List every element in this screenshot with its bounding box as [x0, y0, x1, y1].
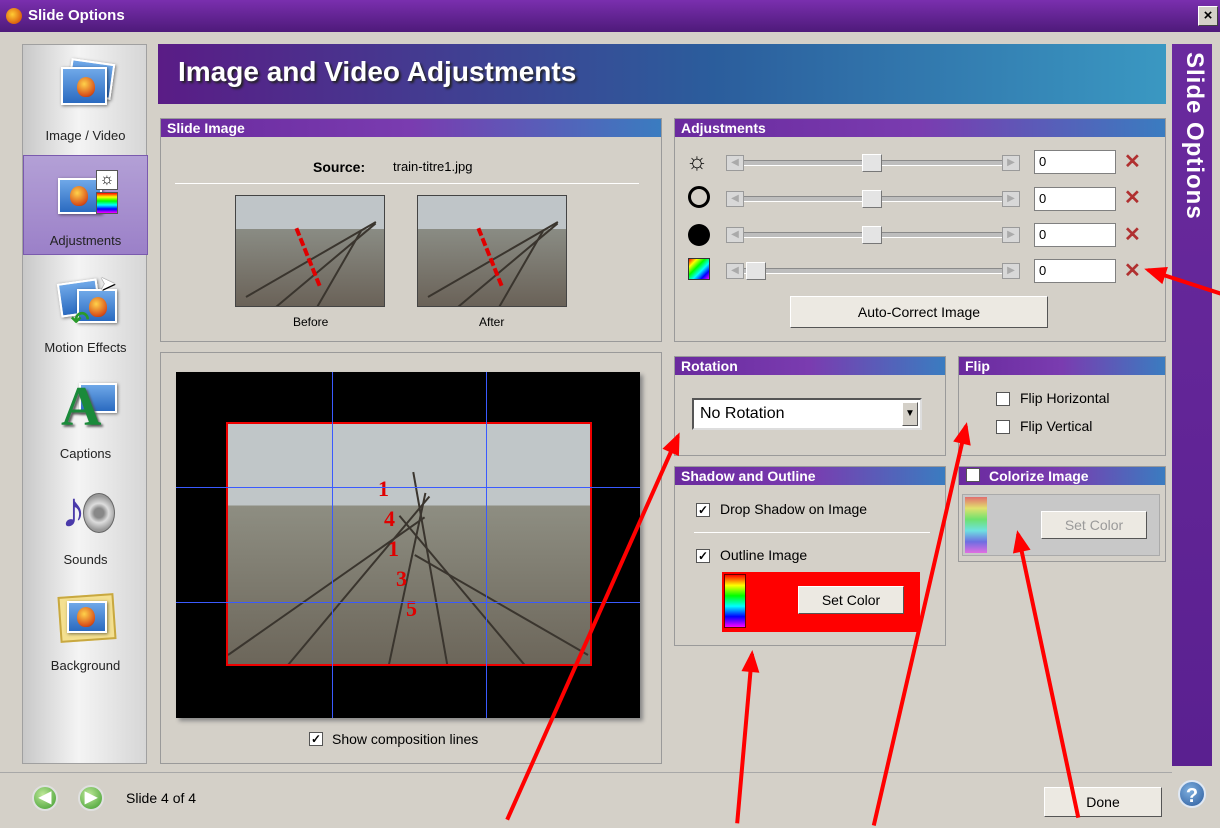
done-button[interactable]: Done: [1044, 787, 1162, 817]
drop-shadow-label: Drop Shadow on Image: [720, 501, 868, 517]
after-thumbnail: [417, 195, 567, 307]
slide-image-panel: Slide Image Source: train-titre1.jpg Bef…: [160, 118, 662, 342]
color-palette-icon: [724, 574, 746, 628]
source-filename: train-titre1.jpg: [393, 159, 473, 174]
flip-panel: Flip: [958, 356, 1166, 456]
before-label: Before: [293, 315, 329, 329]
drop-shadow-checkbox[interactable]: ✓: [696, 503, 710, 517]
slider-thumb[interactable]: [862, 154, 882, 172]
brightness-value-input[interactable]: 0: [1034, 150, 1116, 174]
captions-icon: A: [55, 377, 119, 437]
outline-image-label: Outline Image: [720, 547, 808, 563]
rotation-select[interactable]: No Rotation ▼: [692, 398, 922, 430]
outline-image-checkbox[interactable]: ✓: [696, 549, 710, 563]
composition-number: 1: [388, 536, 399, 561]
app-icon: [6, 8, 22, 24]
flip-horizontal-checkbox[interactable]: [996, 392, 1010, 406]
slide-status: Slide 4 of 4: [126, 790, 197, 806]
background-icon: [55, 589, 119, 647]
before-thumbnail: [235, 195, 385, 307]
colorize-color-area: Set Color: [962, 494, 1160, 556]
auto-correct-button[interactable]: Auto-Correct Image: [790, 296, 1048, 328]
flip-title: Flip: [959, 357, 1165, 375]
mouse-cursor-icon: ➤: [99, 273, 116, 295]
slider-thumb[interactable]: [746, 262, 766, 280]
page-header: Image and Video Adjustments: [158, 44, 1166, 104]
colorize-checkbox[interactable]: [966, 468, 980, 482]
rotation-title: Rotation: [675, 357, 945, 375]
color-reset-icon[interactable]: ✕: [1124, 261, 1141, 281]
colorize-set-color-button[interactable]: Set Color: [1041, 511, 1147, 539]
motion-effects-icon: ↶ ➤: [55, 271, 119, 332]
contrast-reset-icon[interactable]: ✕: [1124, 188, 1141, 208]
composition-line: [332, 372, 333, 718]
side-tab-label: Slide Options: [1181, 52, 1208, 220]
nav-item-sounds[interactable]: ♪ Sounds: [23, 473, 148, 573]
colorize-title: Colorize Image: [959, 467, 1165, 485]
brightness-icon: ☼: [686, 148, 708, 175]
image-video-icon: [55, 58, 119, 117]
help-button[interactable]: ?: [1178, 780, 1206, 808]
composition-line: [486, 372, 487, 718]
color-value-input[interactable]: 0: [1034, 259, 1116, 283]
nav-item-image-video[interactable]: Image / Video: [23, 49, 148, 149]
contrast-value-input[interactable]: 0: [1034, 187, 1116, 211]
previous-slide-button[interactable]: ◀: [32, 785, 58, 811]
next-slide-button[interactable]: ▶: [78, 785, 104, 811]
slider-thumb[interactable]: [862, 190, 882, 208]
composition-preview[interactable]: 1 4 1 3 5: [176, 372, 640, 718]
brightness-reset-icon[interactable]: ✕: [1124, 152, 1141, 172]
brightness-slider[interactable]: ◀ ▶: [726, 154, 1020, 172]
window-title-bar: Slide Options ×: [0, 0, 1220, 32]
sounds-icon: ♪: [55, 483, 119, 541]
after-label: After: [479, 315, 505, 329]
color-slider[interactable]: ◀ ▶: [726, 262, 1020, 280]
shadow-outline-title: Shadow and Outline: [675, 467, 945, 485]
color-palette-icon: [965, 497, 987, 553]
window-title: Slide Options: [28, 7, 125, 24]
darkness-value-input[interactable]: 0: [1034, 223, 1116, 247]
nav-item-adjustments[interactable]: ☼ Adjustments: [23, 155, 148, 255]
composition-number: 1: [378, 476, 389, 501]
page-title: Image and Video Adjustments: [178, 56, 577, 87]
slide-image-title: Slide Image: [161, 119, 661, 137]
bottom-bar: ◀ ▶ Slide 4 of 4 Done: [0, 772, 1172, 819]
slider-thumb[interactable]: [862, 226, 882, 244]
adjustments-icon: ☼: [56, 166, 120, 224]
divider: [694, 532, 930, 533]
composition-line: [176, 487, 640, 488]
contrast-slider[interactable]: ◀ ▶: [726, 190, 1020, 208]
rotation-selected-value: No Rotation: [700, 405, 785, 422]
flip-vertical-label: Flip Vertical: [1020, 418, 1093, 434]
flip-vertical-checkbox[interactable]: [996, 420, 1010, 434]
outline-set-color-button[interactable]: Set Color: [798, 586, 904, 614]
show-composition-lines-label: Show composition lines: [332, 731, 479, 747]
composition-line: [176, 602, 640, 603]
composition-number: 4: [384, 506, 395, 531]
darkness-reset-icon[interactable]: ✕: [1124, 225, 1141, 245]
color-icon: [688, 258, 710, 280]
adjustments-title: Adjustments: [675, 119, 1165, 137]
left-nav: Image / Video ☼ Adjustments ↶ ➤ Motion E…: [22, 44, 148, 764]
darkness-icon: [688, 224, 710, 246]
chevron-down-icon[interactable]: ▼: [902, 402, 918, 426]
darkness-slider[interactable]: ◀ ▶: [726, 226, 1020, 244]
composition-number: 5: [406, 596, 417, 621]
show-composition-lines-checkbox[interactable]: ✓: [309, 732, 323, 746]
outline-color-swatch: Set Color: [722, 572, 920, 632]
nav-item-captions[interactable]: A Captions: [23, 367, 148, 467]
close-button[interactable]: ×: [1198, 6, 1218, 26]
source-label: Source:: [313, 159, 366, 175]
contrast-icon: [688, 186, 710, 208]
nav-item-background[interactable]: Background: [23, 579, 148, 679]
flip-horizontal-label: Flip Horizontal: [1020, 390, 1110, 406]
divider: [175, 183, 639, 184]
composition-number: 3: [396, 566, 407, 591]
slide-options-side-tab: Slide Options: [1172, 44, 1212, 766]
slide-preview-image: 1 4 1 3 5: [226, 422, 592, 666]
nav-item-motion-effects[interactable]: ↶ ➤ Motion Effects: [23, 261, 148, 361]
